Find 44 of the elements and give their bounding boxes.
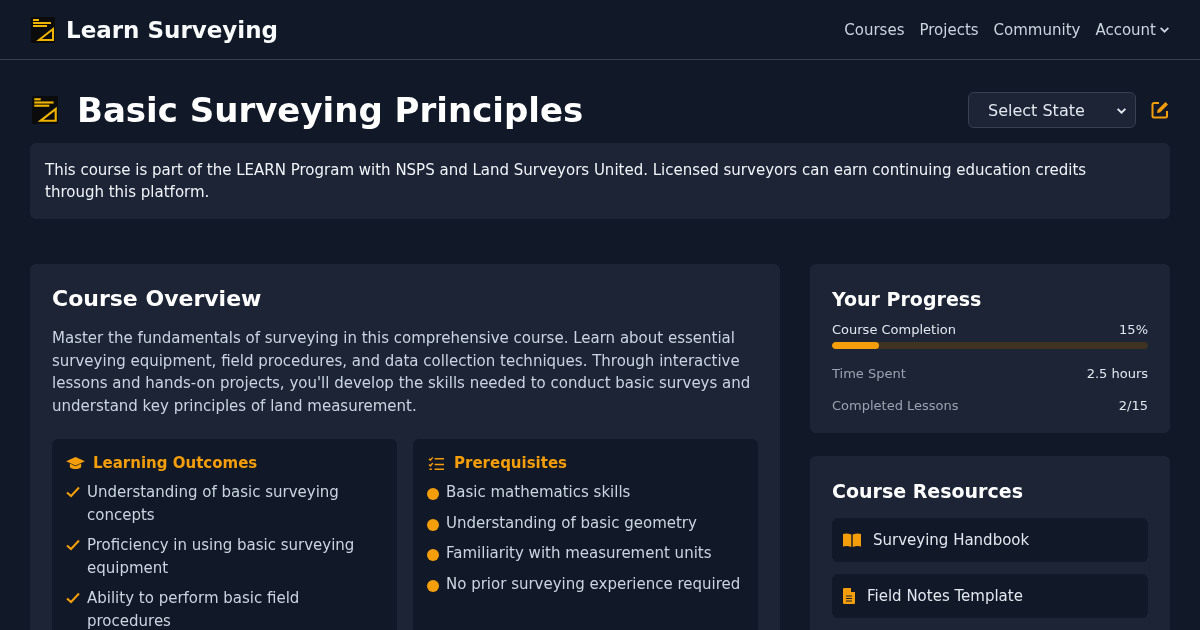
bullet-icon bbox=[427, 488, 439, 500]
resource-link[interactable]: Field Notes Template bbox=[832, 574, 1148, 618]
course-description: Master the fundamentals of surveying in this comprehensive course. Learn about essential surveying equipment, field procedures, and data collection techniques. Through interactive lessons and hands-on projects, you'll develop the skills needed to conduct basic surveys and understand key principles of land measurement. bbox=[52, 328, 752, 417]
panel-title: Prerequisites bbox=[454, 454, 568, 472]
document-icon bbox=[843, 588, 855, 604]
caret-icon bbox=[1159, 24, 1170, 35]
bullet-icon bbox=[427, 549, 439, 561]
brand-name[interactable]: Learn Surveying bbox=[66, 16, 279, 43]
stat-value: 15% bbox=[1119, 322, 1148, 337]
stat-label: Course Completion bbox=[832, 322, 956, 337]
bullet-icon bbox=[427, 518, 439, 531]
graduation-cap-icon bbox=[66, 455, 85, 471]
list-item: Understanding of basic surveying concepts bbox=[87, 482, 340, 526]
stat-label: Time Spent bbox=[832, 366, 906, 381]
page-title: Basic Surveying Principles bbox=[77, 90, 584, 130]
check-icon bbox=[66, 592, 80, 604]
list-item: Basic mathematics skills bbox=[446, 482, 631, 503]
nav-link[interactable]: Courses bbox=[844, 20, 905, 39]
checklist-icon bbox=[427, 455, 446, 471]
logo-icon bbox=[30, 95, 60, 125]
list-item: Understanding of basic geometry bbox=[446, 512, 697, 534]
resource-link[interactable]: Surveying Handbook bbox=[832, 518, 1148, 562]
check-icon bbox=[66, 539, 80, 551]
panel-title: Learning Outcomes bbox=[93, 454, 258, 472]
nav-link[interactable]: Community bbox=[993, 20, 1081, 39]
program-notice: This course is part of the LEARN Program with NSPS and Land Surveyors United. Licensed surveyors can earn continuing education credits through this platform. bbox=[30, 143, 1170, 219]
bullet-icon bbox=[427, 579, 439, 592]
stat-label: Completed Lessons bbox=[832, 398, 959, 413]
nav-link[interactable]: Projects bbox=[919, 20, 979, 39]
list-item: Proficiency in using basic surveying equipment bbox=[87, 535, 356, 579]
state-select[interactable]: Select State bbox=[968, 92, 1136, 128]
account-menu[interactable]: Account bbox=[1095, 20, 1170, 39]
book-icon bbox=[843, 533, 861, 547]
stat-value: 2/15 bbox=[1118, 398, 1148, 413]
logo-icon[interactable] bbox=[29, 15, 57, 44]
list-item: Familiarity with measurement units bbox=[446, 543, 712, 564]
list-item: No prior surveying experience required bbox=[446, 573, 741, 595]
section-title: Course Resources bbox=[832, 480, 1024, 502]
section-title: Course Overview bbox=[52, 286, 263, 311]
section-title: Your Progress bbox=[832, 288, 983, 310]
edit-icon[interactable] bbox=[1150, 100, 1170, 120]
list-item: Ability to perform basic field procedures bbox=[87, 588, 301, 630]
stat-value: 2.5 hours bbox=[1086, 366, 1148, 381]
check-icon bbox=[66, 486, 80, 498]
